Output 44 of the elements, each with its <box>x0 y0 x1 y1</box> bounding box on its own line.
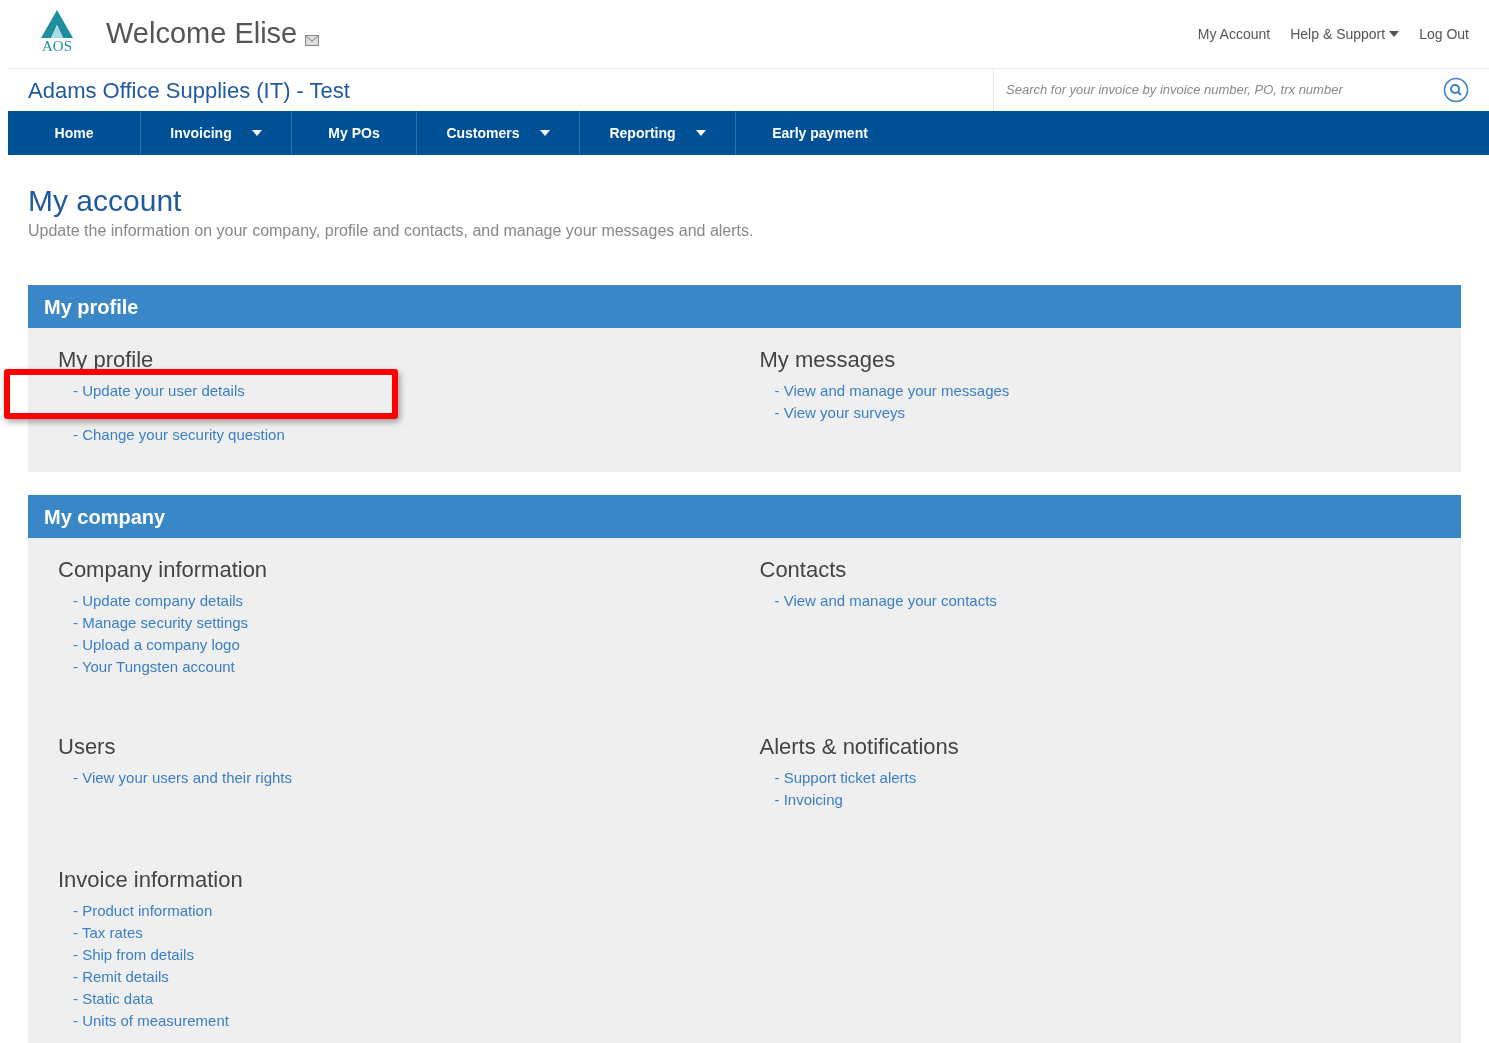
welcome-heading: Welcome Elise <box>106 16 298 52</box>
panel-header: My profile <box>28 285 1461 328</box>
link[interactable]: - Units of measurement <box>73 1012 229 1029</box>
nav-tab[interactable]: My POs <box>292 111 417 155</box>
link[interactable]: - Update your user details <box>73 382 245 399</box>
link[interactable]: - Remit details <box>73 968 169 985</box>
link[interactable]: - Update company details <box>73 592 244 609</box>
nav-tab[interactable]: Customers <box>417 111 580 155</box>
link[interactable]: - Manage security settings <box>73 614 249 631</box>
group-heading: My profile <box>58 346 155 374</box>
search-field[interactable]: Search for your invoice by invoice number, PO, trx number <box>1006 80 1443 100</box>
header-link[interactable]: Help & Support <box>1290 23 1400 45</box>
link[interactable]: - Invoicing <box>774 791 843 808</box>
nav-tab[interactable]: Reporting <box>580 111 736 155</box>
group-heading: My messages <box>759 346 897 374</box>
page-title: My account <box>28 183 183 219</box>
link[interactable]: - Change your security question <box>73 426 285 443</box>
header-link[interactable]: Log Out <box>1419 23 1469 45</box>
nav-tab[interactable]: Invoicing <box>141 111 292 155</box>
link[interactable]: - Tax rates <box>73 924 143 941</box>
group-heading: Contacts <box>759 556 848 584</box>
page-subtitle: Update the information on your company, profile and contacts, and manage your messages and alerts. <box>28 221 755 241</box>
company-name: Adams Office Supplies (IT) - Test <box>27 76 351 105</box>
mail-icon[interactable] <box>305 34 320 46</box>
panel-header: My company <box>28 495 1461 538</box>
nav-tab[interactable]: Early payment <box>736 111 904 155</box>
link[interactable]: - Support ticket alerts <box>774 769 917 786</box>
group-heading: Users <box>58 733 117 761</box>
group-heading: Company information <box>58 556 269 584</box>
link[interactable]: - View your users and their rights <box>73 769 292 786</box>
link[interactable]: - Product information <box>73 902 213 919</box>
nav-tab[interactable]: Home <box>8 111 141 155</box>
link[interactable]: - Ship from details <box>73 946 194 963</box>
link[interactable]: - Upload a company logo <box>73 636 240 653</box>
link[interactable]: - Your Tungsten account <box>73 658 235 675</box>
link[interactable]: - View and manage your messages <box>774 382 1010 399</box>
logo: AOS <box>37 9 77 59</box>
link[interactable]: - View your surveys <box>774 404 906 421</box>
header-link[interactable]: My Account <box>1197 23 1271 45</box>
group-heading: Invoice information <box>58 866 244 894</box>
link[interactable]: - View and manage your contacts <box>774 592 997 609</box>
search-icon[interactable] <box>1443 77 1469 103</box>
group-heading: Alerts & notifications <box>759 733 960 761</box>
link[interactable]: - Static data <box>73 990 154 1007</box>
